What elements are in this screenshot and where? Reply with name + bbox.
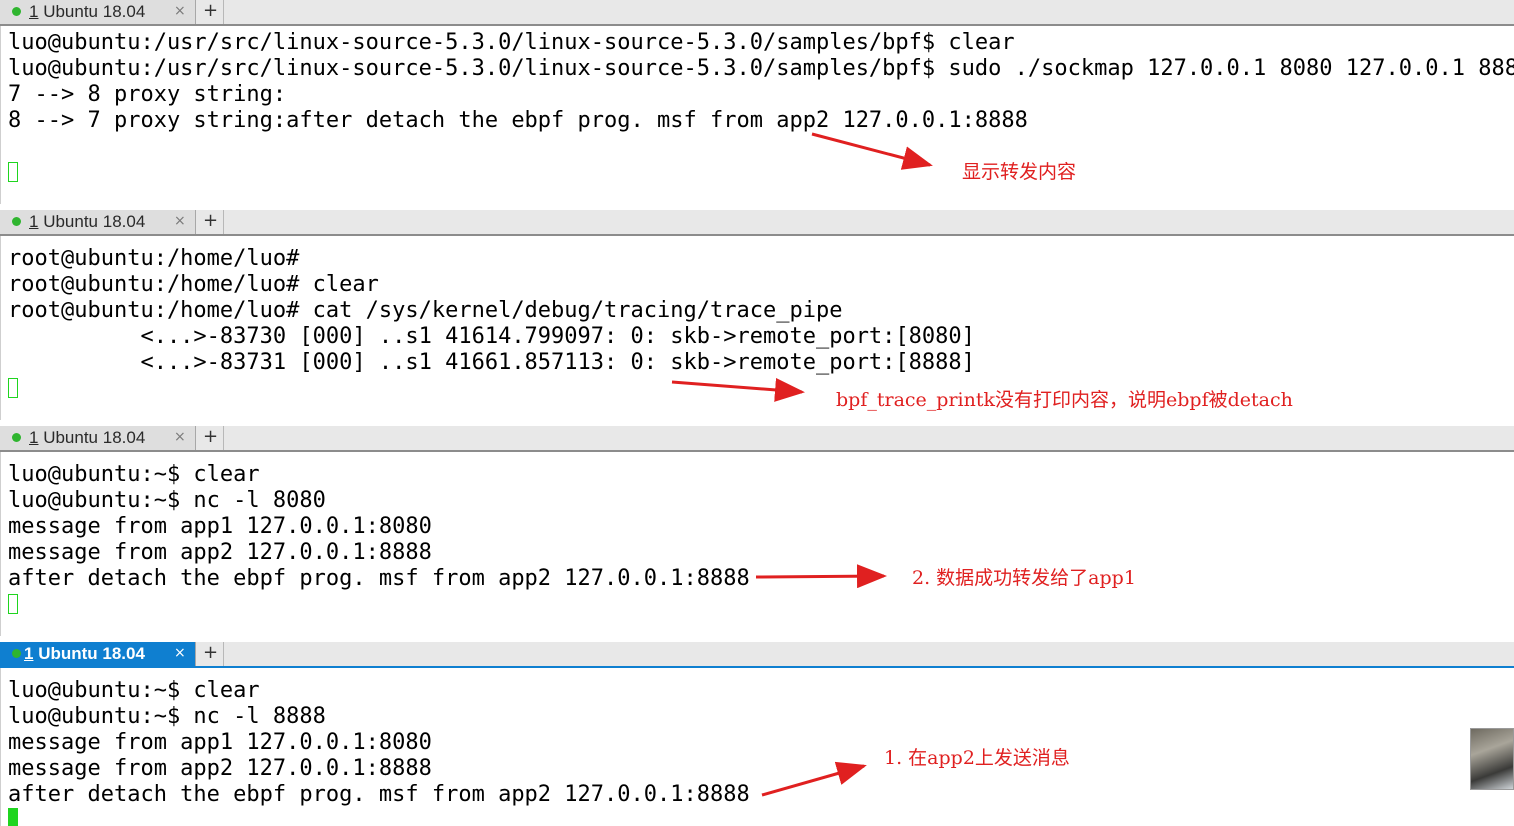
arrow-icon [811,132,933,170]
annotation-arrows [671,132,933,797]
arrow-icon [755,564,887,589]
arrow-icon [671,377,805,402]
arrow-icon [761,761,867,797]
